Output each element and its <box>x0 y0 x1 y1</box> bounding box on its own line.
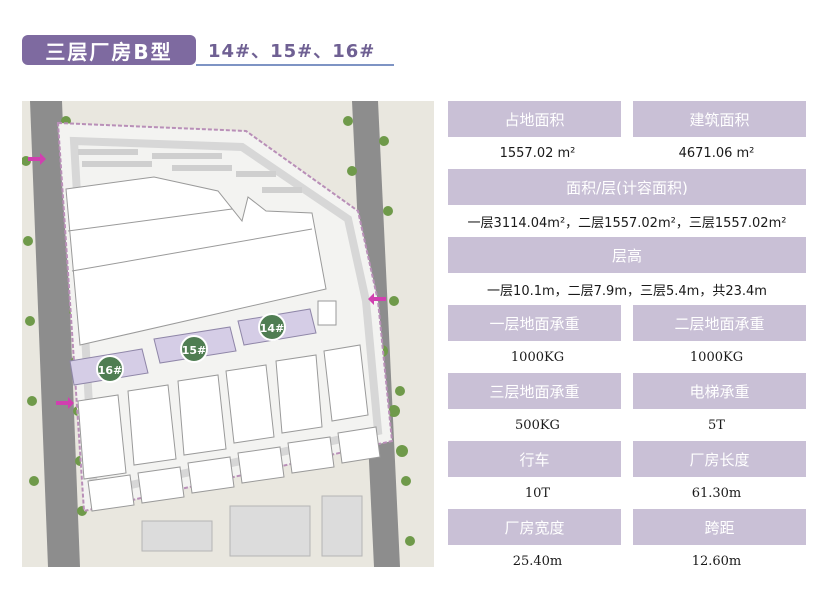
table-row: 500KG 5T <box>448 409 806 441</box>
header-cell-elevator-load: 电梯承重 <box>633 373 806 409</box>
header-cell-floor-area: 面积/层(计容面积) <box>448 169 806 205</box>
header-cell-load-1f: 一层地面承重 <box>448 305 621 341</box>
page-title: 三层厂房B型 <box>22 35 196 65</box>
header-cell-width: 厂房宽度 <box>448 509 621 545</box>
value-load-2f: 1000KG <box>689 349 744 365</box>
table-row: 一层10.1m，二层7.9m，三层5.4m，共23.4m <box>448 273 806 305</box>
header-cell-land-area: 占地面积 <box>448 101 621 137</box>
value-width: 25.40m <box>512 553 563 569</box>
title-underline <box>196 64 394 66</box>
table-row: 1557.02 m² 4671.06 m² <box>448 137 806 169</box>
value-building-area: 4671.06 m² <box>678 145 755 161</box>
svg-text:16#: 16# <box>98 364 123 377</box>
building-numbers: 14#、15#、16# <box>208 41 376 62</box>
table-row: 占地面积 建筑面积 <box>448 101 806 137</box>
table-row: 10T 61.30m <box>448 477 806 509</box>
svg-text:15#: 15# <box>182 344 207 357</box>
header-cell-floor-height: 层高 <box>448 237 806 273</box>
table-row: 一层地面承重 二层地面承重 <box>448 305 806 341</box>
value-length: 61.30m <box>691 485 742 501</box>
value-elevator-load: 5T <box>708 417 725 433</box>
header-cell-crane: 行车 <box>448 441 621 477</box>
site-plan-drawing: 16# 15# 14# <box>22 101 434 567</box>
table-row: 三层地面承重 电梯承重 <box>448 373 806 409</box>
header-cell-building-area: 建筑面积 <box>633 101 806 137</box>
table-row: 面积/层(计容面积) <box>448 169 806 205</box>
value-floor-height: 一层10.1m，二层7.9m，三层5.4m，共23.4m <box>487 283 767 299</box>
value-load-3f: 500KG <box>515 417 560 433</box>
building-label-16: 16# <box>96 355 124 383</box>
header-cell-length: 厂房长度 <box>633 441 806 477</box>
value-floor-area: 一层3114.04m²，二层1557.02m²，三层1557.02m² <box>467 215 787 231</box>
table-row: 层高 <box>448 237 806 273</box>
value-load-1f: 1000KG <box>510 349 565 365</box>
table-row: 25.40m 12.60m <box>448 545 806 577</box>
table-row: 厂房宽度 跨距 <box>448 509 806 545</box>
header-cell-span: 跨距 <box>633 509 806 545</box>
header-cell-load-3f: 三层地面承重 <box>448 373 621 409</box>
building-label-14: 14# <box>258 313 286 341</box>
table-row: 1000KG 1000KG <box>448 341 806 373</box>
site-plan: 16# 15# 14# <box>22 101 434 567</box>
header-cell-load-2f: 二层地面承重 <box>633 305 806 341</box>
value-land-area: 1557.02 m² <box>499 145 576 161</box>
building-label-15: 15# <box>180 335 208 363</box>
table-row: 行车 厂房长度 <box>448 441 806 477</box>
svg-text:14#: 14# <box>260 322 285 335</box>
spec-table: 占地面积 建筑面积 1557.02 m² 4671.06 m² 面积/层(计容面… <box>448 101 806 577</box>
value-span: 12.60m <box>691 553 742 569</box>
table-row: 一层3114.04m²，二层1557.02m²，三层1557.02m² <box>448 205 806 237</box>
value-crane: 10T <box>524 485 551 501</box>
